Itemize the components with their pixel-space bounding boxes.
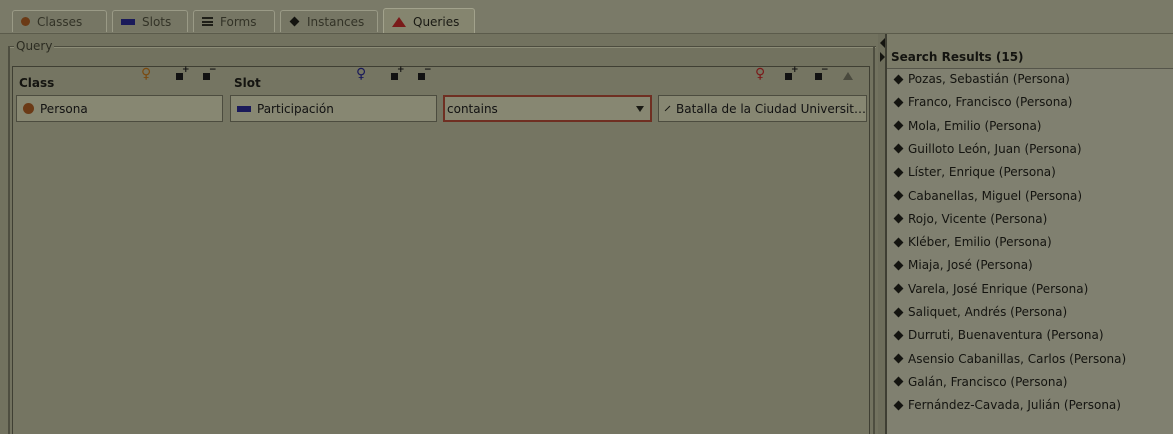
result-item[interactable]: Asensio Cabanillas, Carlos (Persona) bbox=[893, 349, 1126, 369]
instance-diamond-icon bbox=[893, 143, 904, 154]
add-icon bbox=[176, 65, 190, 80]
find-instance-icon[interactable]: ♀ bbox=[755, 66, 765, 82]
result-item[interactable]: Miaja, José (Persona) bbox=[893, 255, 1033, 275]
instance-diamond-icon bbox=[893, 283, 904, 294]
operator-select[interactable]: contains bbox=[443, 95, 652, 122]
tab-classes[interactable]: Classes bbox=[12, 10, 107, 32]
result-label: Líster, Enrique (Persona) bbox=[908, 165, 1056, 180]
tab-label: Queries bbox=[413, 14, 460, 29]
remove-class-button[interactable] bbox=[203, 65, 217, 80]
tab-forms[interactable]: Forms bbox=[193, 10, 275, 32]
instance-diamond-icon bbox=[893, 307, 904, 317]
result-label: Kléber, Emilio (Persona) bbox=[908, 235, 1052, 250]
panel-border-right bbox=[873, 46, 875, 434]
result-label: Pozas, Sebastián (Persona) bbox=[908, 72, 1070, 86]
slot-value: Participación bbox=[257, 101, 334, 116]
result-item[interactable]: Cabanellas, Miguel (Persona) bbox=[893, 186, 1082, 206]
result-item[interactable]: Guilloto León, Juan (Persona) bbox=[893, 139, 1082, 159]
remove-icon bbox=[203, 65, 217, 80]
class-circle-icon bbox=[23, 103, 34, 114]
result-item[interactable]: Rojo, Vicente (Persona) bbox=[893, 209, 1047, 229]
result-item[interactable]: Saliquet, Andrés (Persona) bbox=[893, 302, 1067, 322]
query-triangle-icon bbox=[392, 16, 406, 27]
instance-diamond-icon bbox=[893, 97, 904, 108]
instance-diamond-icon bbox=[893, 213, 904, 224]
result-label: Durruti, Buenaventura (Persona) bbox=[908, 328, 1104, 343]
result-item[interactable]: Fernández-Cavada, Julián (Persona) bbox=[893, 395, 1121, 415]
value-field[interactable]: Batalla de la Ciudad Universit… bbox=[658, 95, 867, 122]
instance-diamond-icon bbox=[893, 353, 904, 364]
result-item[interactable]: Mola, Emilio (Persona) bbox=[893, 116, 1041, 136]
result-label: Saliquet, Andrés (Persona) bbox=[908, 305, 1068, 319]
panel-border-left bbox=[8, 46, 10, 434]
result-label: Asensio Cabanillas, Carlos (Persona) bbox=[908, 351, 1127, 366]
instance-diamond-icon bbox=[893, 330, 904, 341]
instance-diamond-icon bbox=[893, 167, 904, 178]
tab-label: Instances bbox=[307, 14, 365, 29]
result-item[interactable]: Varela, José Enrique (Persona) bbox=[893, 279, 1088, 299]
remove-instance-button[interactable] bbox=[815, 65, 829, 80]
result-label: Guilloto León, Juan (Persona) bbox=[908, 141, 1082, 156]
result-item[interactable]: Durruti, Buenaventura (Persona) bbox=[893, 325, 1104, 345]
chevron-down-icon bbox=[636, 106, 644, 112]
find-slot-icon[interactable]: ♀ bbox=[356, 66, 366, 82]
result-item[interactable]: Kléber, Emilio (Persona) bbox=[893, 232, 1052, 252]
instance-diamond-icon bbox=[893, 237, 904, 248]
form-lines-icon bbox=[202, 17, 213, 26]
result-label: Miaja, José (Persona) bbox=[908, 258, 1033, 273]
slot-field[interactable]: Participación bbox=[230, 95, 437, 122]
instance-diamond-icon bbox=[893, 400, 904, 411]
result-label: Galán, Francisco (Persona) bbox=[908, 374, 1068, 389]
find-class-icon[interactable]: ♀ bbox=[141, 66, 151, 82]
remove-icon bbox=[815, 65, 829, 80]
class-field[interactable]: Persona bbox=[16, 95, 223, 122]
tab-label: Slots bbox=[142, 14, 172, 29]
slot-bar-icon bbox=[237, 105, 251, 112]
add-icon bbox=[391, 65, 405, 80]
tab-queries[interactable]: Queries bbox=[383, 8, 475, 34]
class-header: Class bbox=[19, 76, 55, 90]
slot-header: Slot bbox=[234, 76, 261, 90]
slot-bar-icon bbox=[121, 18, 135, 25]
operator-value: contains bbox=[447, 101, 498, 116]
instance-diamond-icon bbox=[893, 74, 904, 84]
class-circle-icon bbox=[21, 17, 30, 26]
result-item[interactable]: Líster, Enrique (Persona) bbox=[893, 162, 1056, 182]
instance-diamond-icon bbox=[893, 376, 904, 387]
result-label: Mola, Emilio (Persona) bbox=[908, 118, 1042, 133]
instance-diamond-icon bbox=[893, 190, 904, 201]
result-label: Franco, Francisco (Persona) bbox=[908, 95, 1073, 110]
tab-instances[interactable]: Instances bbox=[280, 10, 378, 32]
query-legend: Query bbox=[14, 39, 55, 53]
result-item[interactable]: Galán, Francisco (Persona) bbox=[893, 372, 1067, 392]
result-label: Varela, José Enrique (Persona) bbox=[908, 281, 1089, 296]
tab-slots[interactable]: Slots bbox=[112, 10, 188, 32]
value-text: Batalla de la Ciudad Universit… bbox=[676, 101, 866, 116]
triangle-shape bbox=[843, 72, 853, 80]
result-label: Fernández-Cavada, Julián (Persona) bbox=[908, 398, 1121, 413]
add-instance-button[interactable] bbox=[785, 65, 799, 80]
result-item[interactable]: Franco, Francisco (Persona) bbox=[893, 92, 1072, 112]
result-label: Rojo, Vicente (Persona) bbox=[908, 211, 1048, 226]
results-title: Search Results (15) bbox=[891, 50, 1024, 64]
remove-slot-button[interactable] bbox=[418, 65, 432, 80]
result-label: Cabanellas, Miguel (Persona) bbox=[908, 188, 1083, 203]
add-icon bbox=[785, 65, 799, 80]
remove-icon bbox=[418, 65, 432, 80]
divider bbox=[8, 47, 876, 48]
add-slot-button[interactable] bbox=[391, 65, 405, 80]
tab-label: Classes bbox=[37, 14, 83, 29]
instance-diamond-icon bbox=[664, 105, 671, 112]
triangle-icon[interactable] bbox=[843, 72, 853, 80]
instance-diamond-icon bbox=[289, 16, 300, 27]
class-value: Persona bbox=[40, 101, 88, 116]
tab-label: Forms bbox=[220, 14, 257, 29]
instance-diamond-icon bbox=[893, 260, 904, 271]
result-item[interactable]: Pozas, Sebastián (Persona) bbox=[893, 69, 1070, 89]
add-class-button[interactable] bbox=[176, 65, 190, 80]
instance-diamond-icon bbox=[893, 120, 904, 131]
